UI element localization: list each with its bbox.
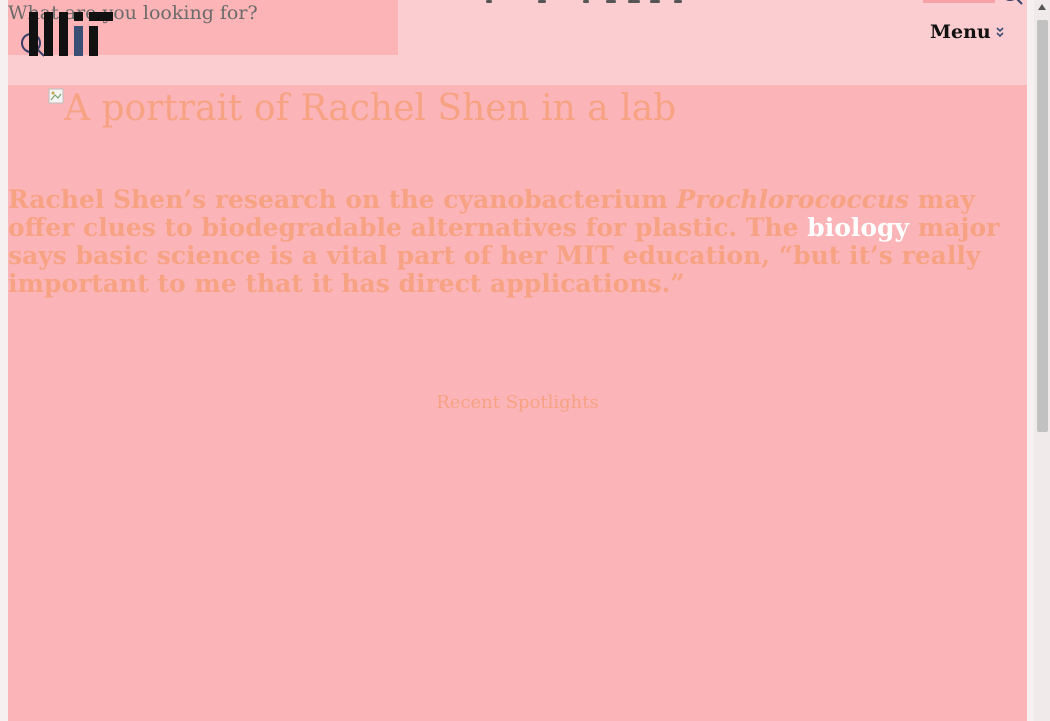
mit-logo[interactable] <box>29 12 115 56</box>
broken-image-icon <box>48 88 64 104</box>
scroll-thumb[interactable] <box>1037 20 1048 432</box>
organism-name: Prochlorococcus <box>676 185 910 214</box>
intro-paragraph: Rachel Shen’s research on the cyanobacte… <box>8 186 1027 298</box>
top-tab-indicator <box>923 0 995 3</box>
search-icon[interactable] <box>999 0 1025 10</box>
intro-text-1: Rachel Shen’s research on the cyanobacte… <box>8 185 677 214</box>
portrait-alt-text: A portrait of Rachel Shen in a lab <box>64 88 677 129</box>
vertical-scrollbar[interactable] <box>1034 0 1050 721</box>
menu-label: Menu <box>930 21 991 43</box>
recent-spotlights-heading: Recent Spotlights <box>436 392 599 413</box>
scroll-up-arrow-icon[interactable] <box>1038 4 1046 10</box>
page: What are you looking for? Menu A portrai… <box>8 0 1027 721</box>
site-header: What are you looking for? Menu <box>8 0 1027 85</box>
biology-link[interactable]: biology <box>807 213 909 242</box>
chevron-down-icon <box>996 27 1004 38</box>
clipped-top-nav <box>478 0 738 4</box>
menu-button[interactable]: Menu <box>930 19 1005 45</box>
